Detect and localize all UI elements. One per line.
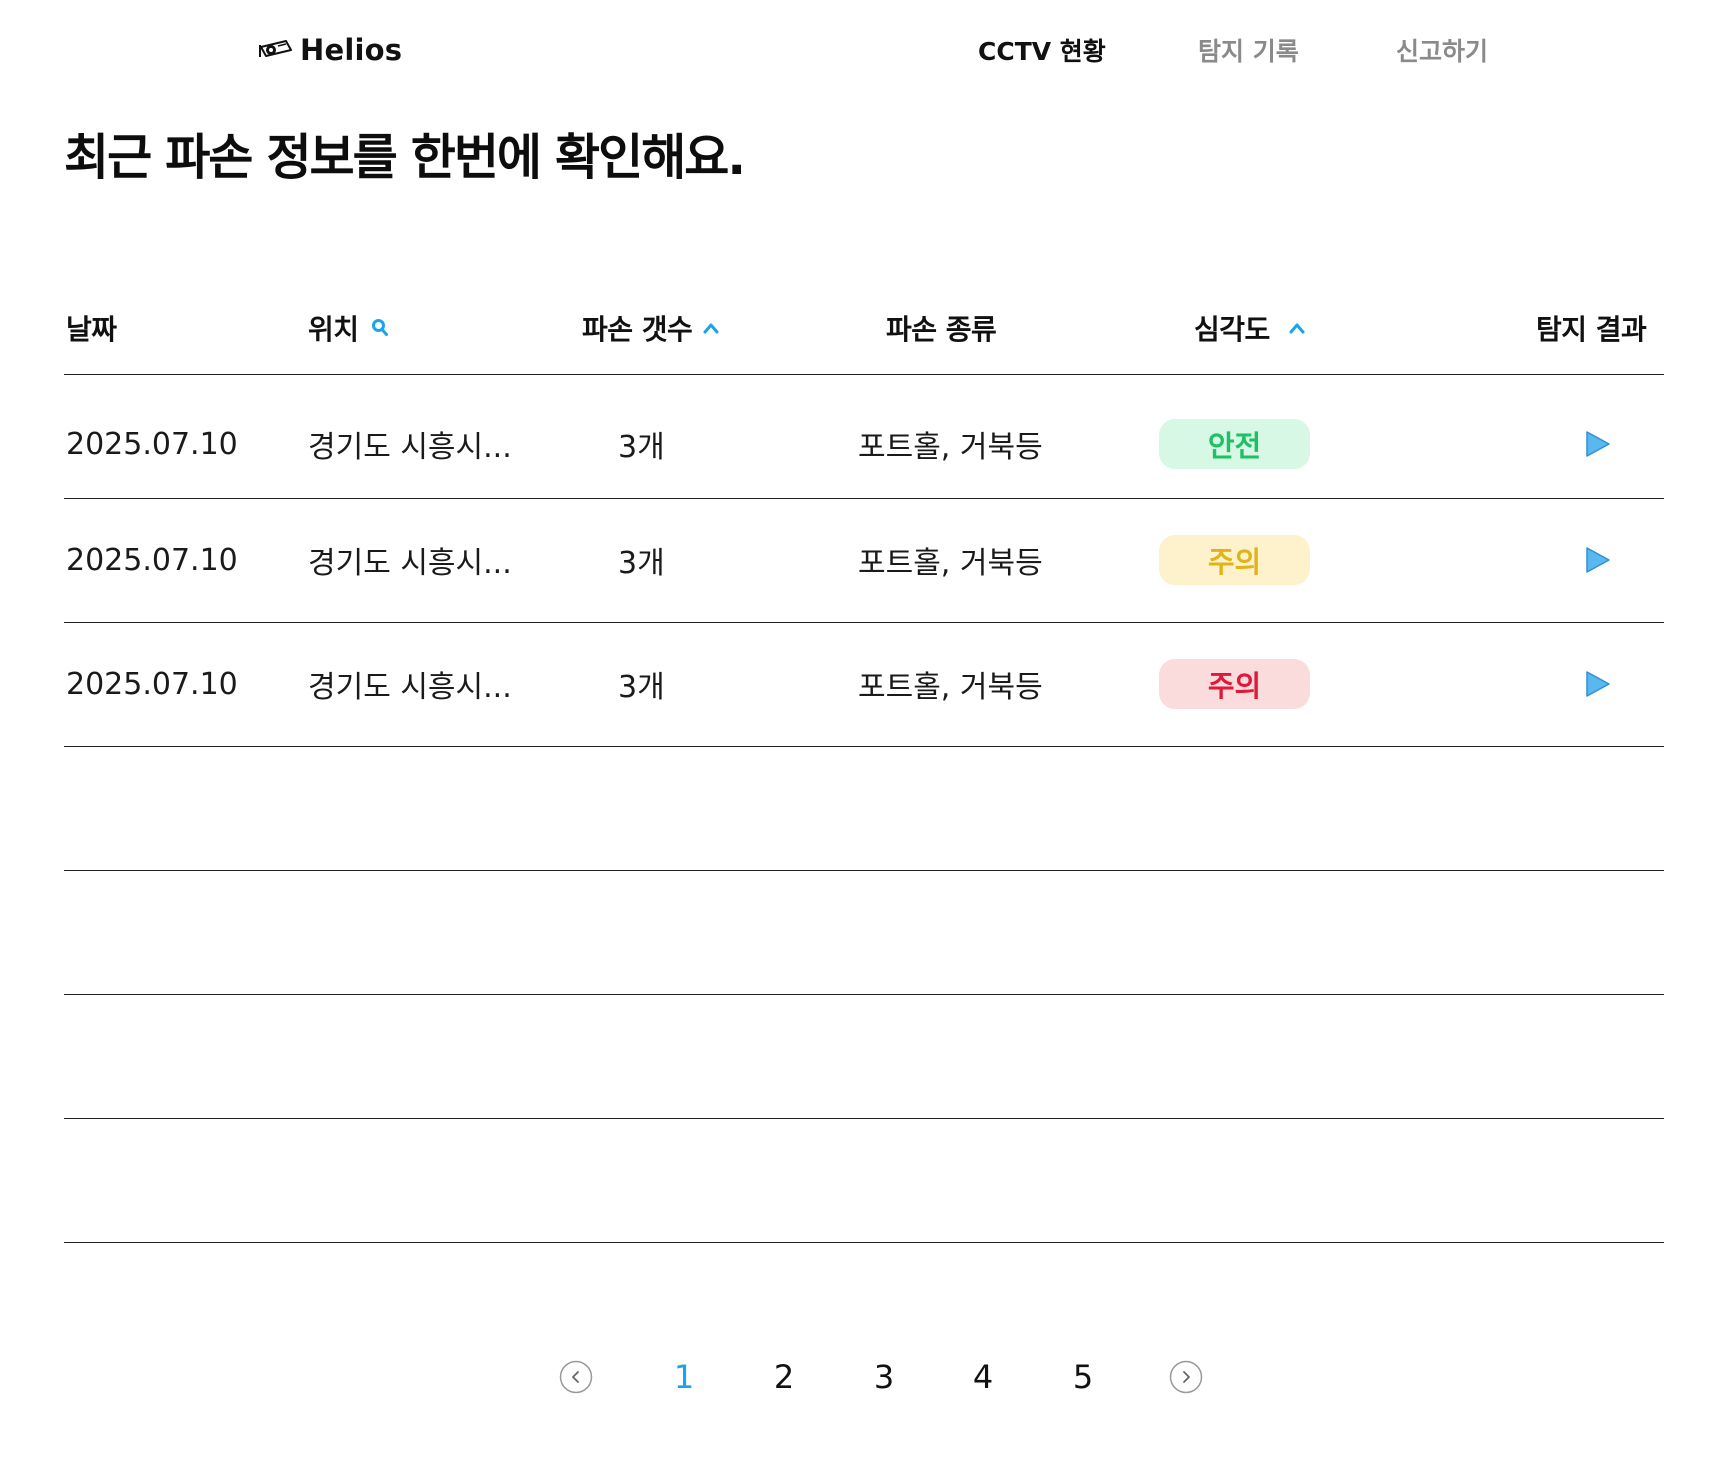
table-header-divider <box>64 374 1664 375</box>
row-divider <box>64 870 1664 871</box>
row-location: 경기도 시흥시... <box>308 670 512 705</box>
chevron-left-circle-icon[interactable] <box>559 1360 593 1394</box>
page-5[interactable]: 5 <box>1063 1356 1103 1398</box>
page-title: 최근 파손 정보를 한번에 확인해요. <box>64 129 746 186</box>
column-header-count: 파손 갯수 <box>582 306 720 350</box>
chevron-right-circle-icon[interactable] <box>1169 1360 1203 1394</box>
page-2[interactable]: 2 <box>764 1356 804 1398</box>
column-header-severity: 심각도 <box>1194 306 1306 350</box>
row-count: 3개 <box>618 670 665 705</box>
row-count: 3개 <box>618 546 665 581</box>
row-date: 2025.07.10 <box>66 426 238 462</box>
severity-badge-warning: 주의 <box>1159 535 1310 585</box>
row-date: 2025.07.10 <box>66 666 238 702</box>
row-divider <box>64 746 1664 747</box>
chevron-up-icon[interactable] <box>1288 321 1306 335</box>
play-icon[interactable] <box>1580 667 1614 701</box>
column-header-date: 날짜 <box>66 306 117 350</box>
column-header-result-label: 탐지 결과 <box>1536 313 1647 346</box>
row-divider <box>64 1118 1664 1119</box>
nav-cctv-status[interactable]: CCTV 현황 <box>978 28 1106 72</box>
search-icon[interactable] <box>371 318 389 338</box>
row-damage-type: 포트홀, 거북등 <box>858 546 1043 581</box>
severity-badge-safe: 안전 <box>1159 419 1310 469</box>
row-damage-type: 포트홀, 거북등 <box>858 670 1043 705</box>
row-divider <box>64 1242 1664 1243</box>
column-header-type: 파손 종류 <box>886 306 997 350</box>
column-header-severity-label: 심각도 <box>1194 313 1270 346</box>
row-location: 경기도 시흥시... <box>308 546 512 581</box>
row-count: 3개 <box>618 430 665 465</box>
page-3[interactable]: 3 <box>864 1356 904 1398</box>
row-damage-type: 포트홀, 거북등 <box>858 430 1043 465</box>
column-header-location: 위치 <box>308 306 389 350</box>
cctv-camera-icon <box>258 37 294 63</box>
row-date: 2025.07.10 <box>66 542 238 578</box>
column-header-date-label: 날짜 <box>66 313 117 346</box>
row-divider <box>64 994 1664 995</box>
nav-detection-history[interactable]: 탐지 기록 <box>1198 28 1299 72</box>
chevron-up-icon[interactable] <box>702 321 720 335</box>
row-divider <box>64 622 1664 623</box>
play-icon[interactable] <box>1580 543 1614 577</box>
column-header-result: 탐지 결과 <box>1536 306 1647 350</box>
column-header-location-label: 위치 <box>308 313 359 346</box>
severity-badge-danger: 주의 <box>1159 659 1310 709</box>
column-header-count-label: 파손 갯수 <box>582 313 693 346</box>
row-location: 경기도 시흥시... <box>308 430 512 465</box>
play-icon[interactable] <box>1580 427 1614 461</box>
row-divider <box>64 498 1664 499</box>
nav-report[interactable]: 신고하기 <box>1396 28 1488 72</box>
column-header-type-label: 파손 종류 <box>886 313 997 346</box>
page-1[interactable]: 1 <box>664 1356 704 1398</box>
logo-text: Helios <box>300 33 403 67</box>
logo[interactable]: Helios <box>258 28 402 72</box>
page-4[interactable]: 4 <box>963 1356 1003 1398</box>
